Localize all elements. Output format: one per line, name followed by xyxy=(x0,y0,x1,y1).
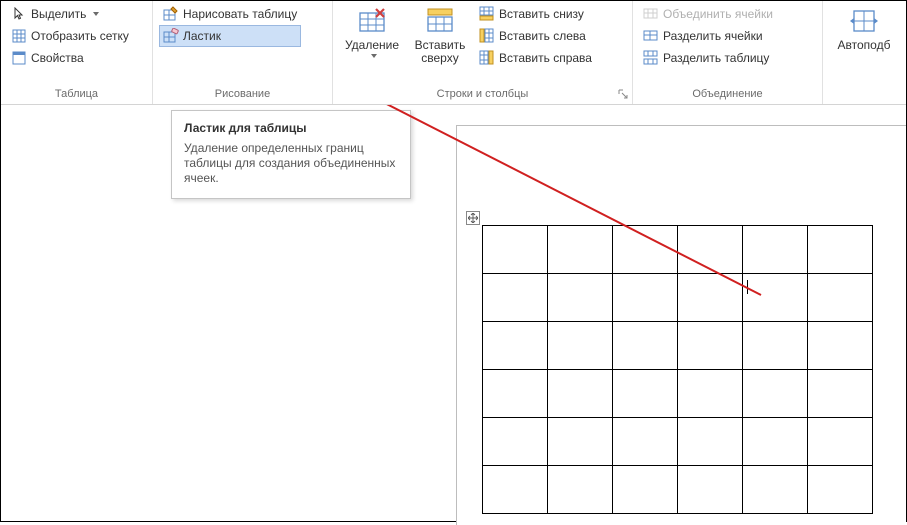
select-label: Выделить xyxy=(31,7,86,21)
tooltip-title: Ластик для таблицы xyxy=(184,121,398,135)
draw-table-button[interactable]: Нарисовать таблицу xyxy=(159,3,301,25)
table-cell[interactable] xyxy=(613,418,678,466)
table-cell[interactable] xyxy=(678,274,743,322)
table-cell[interactable] xyxy=(613,466,678,514)
eraser-label: Ластик xyxy=(183,29,221,43)
show-grid-button[interactable]: Отобразить сетку xyxy=(7,25,133,47)
pencil-table-icon xyxy=(163,6,179,22)
insert-left-label: Вставить слева xyxy=(499,29,586,43)
show-grid-label: Отобразить сетку xyxy=(31,29,129,43)
delete-button[interactable]: Удаление xyxy=(339,3,405,60)
insert-right-label: Вставить справа xyxy=(499,51,592,65)
table-cell[interactable] xyxy=(548,274,613,322)
group-merge-label: Объединение xyxy=(639,85,816,104)
split-cells-button[interactable]: Разделить ячейки xyxy=(639,25,777,47)
table-cell[interactable] xyxy=(613,322,678,370)
group-autofit-label xyxy=(829,85,900,104)
table-cell[interactable] xyxy=(808,226,873,274)
table-move-handle[interactable] xyxy=(466,211,480,225)
table-cell[interactable] xyxy=(548,418,613,466)
autofit-label: Автоподб xyxy=(838,39,891,52)
merge-cells-button[interactable]: Объединить ячейки xyxy=(639,3,777,25)
tooltip-body: Удаление определенных границ таблицы для… xyxy=(184,141,398,186)
group-autofit: Автоподб xyxy=(823,1,906,104)
table-cell[interactable] xyxy=(808,418,873,466)
text-cursor xyxy=(747,280,748,294)
insert-left-icon xyxy=(479,28,495,44)
table-cell[interactable] xyxy=(678,418,743,466)
insert-right-button[interactable]: Вставить справа xyxy=(475,47,596,69)
select-button[interactable]: Выделить xyxy=(7,3,133,25)
table-cell[interactable] xyxy=(483,418,548,466)
autofit-icon xyxy=(848,5,880,37)
table-cell[interactable] xyxy=(483,322,548,370)
properties-label: Свойства xyxy=(31,51,84,65)
table-cell[interactable] xyxy=(808,466,873,514)
group-rowscols: Удаление Вставитьсверху Вставить снизу xyxy=(333,1,633,104)
table-cell[interactable] xyxy=(808,322,873,370)
merge-cells-label: Объединить ячейки xyxy=(663,7,773,21)
table-cell[interactable] xyxy=(678,466,743,514)
table-cell[interactable] xyxy=(678,226,743,274)
ribbon: Выделить Отобразить сетку Свойства Таб xyxy=(1,1,906,105)
draw-table-label: Нарисовать таблицу xyxy=(183,7,297,21)
table-cell[interactable] xyxy=(483,466,548,514)
table-cell[interactable] xyxy=(548,466,613,514)
insert-above-button[interactable]: Вставитьсверху xyxy=(405,3,475,67)
insert-below-icon xyxy=(479,6,495,22)
split-cells-label: Разделить ячейки xyxy=(663,29,763,43)
table-cell[interactable] xyxy=(483,274,548,322)
document-area: Ластик для таблицы Удаление определенных… xyxy=(1,105,906,521)
table-cell[interactable] xyxy=(743,274,808,322)
split-table-icon xyxy=(643,50,659,66)
properties-icon xyxy=(11,50,27,66)
table-cell[interactable] xyxy=(678,322,743,370)
table-cell[interactable] xyxy=(678,370,743,418)
group-table-label: Таблица xyxy=(7,85,146,104)
insert-below-button[interactable]: Вставить снизу xyxy=(475,3,596,25)
table-cell[interactable] xyxy=(548,322,613,370)
table-cell[interactable] xyxy=(743,418,808,466)
table-cell[interactable] xyxy=(613,226,678,274)
table-cell[interactable] xyxy=(743,226,808,274)
chevron-down-icon xyxy=(371,54,377,58)
insert-above-label: Вставитьсверху xyxy=(415,39,466,65)
group-merge: Объединить ячейки Разделить ячейки Разде… xyxy=(633,1,823,104)
table-cell[interactable] xyxy=(808,370,873,418)
group-drawing-label: Рисование xyxy=(159,85,326,104)
table-cell[interactable] xyxy=(743,466,808,514)
delete-icon xyxy=(356,5,388,37)
table-cell[interactable] xyxy=(548,226,613,274)
table-cell[interactable] xyxy=(808,274,873,322)
properties-button[interactable]: Свойства xyxy=(7,47,133,69)
table-cell[interactable] xyxy=(548,370,613,418)
eraser-icon xyxy=(163,28,179,44)
insert-above-icon xyxy=(424,5,456,37)
split-table-label: Разделить таблицу xyxy=(663,51,769,65)
insert-left-button[interactable]: Вставить слева xyxy=(475,25,596,47)
table-cell[interactable] xyxy=(483,226,548,274)
grid-icon xyxy=(11,28,27,44)
eraser-button[interactable]: Ластик xyxy=(159,25,301,47)
chevron-down-icon xyxy=(93,12,99,16)
merge-cells-icon xyxy=(643,6,659,22)
group-drawing: Нарисовать таблицу Ластик Рисование xyxy=(153,1,333,104)
split-table-button[interactable]: Разделить таблицу xyxy=(639,47,777,69)
group-rowscols-label: Строки и столбцы xyxy=(339,85,626,104)
insert-below-label: Вставить снизу xyxy=(499,7,584,21)
table-cell[interactable] xyxy=(613,274,678,322)
tooltip: Ластик для таблицы Удаление определенных… xyxy=(171,110,411,199)
cursor-icon xyxy=(11,6,27,22)
split-cells-icon xyxy=(643,28,659,44)
table-cell[interactable] xyxy=(743,370,808,418)
insert-right-icon xyxy=(479,50,495,66)
autofit-button[interactable]: Автоподб xyxy=(829,3,899,54)
table-cell[interactable] xyxy=(743,322,808,370)
table-cell[interactable] xyxy=(483,370,548,418)
dialog-launcher-icon[interactable] xyxy=(616,87,629,100)
document-table[interactable] xyxy=(482,225,873,514)
table-cell[interactable] xyxy=(613,370,678,418)
delete-label: Удаление xyxy=(345,39,399,52)
group-table: Выделить Отобразить сетку Свойства Таб xyxy=(1,1,153,104)
